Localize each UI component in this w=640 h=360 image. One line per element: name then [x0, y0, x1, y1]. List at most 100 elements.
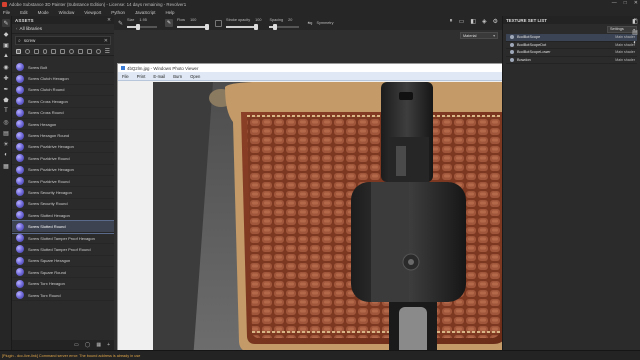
filter-smart-materials-icon[interactable]	[33, 48, 39, 54]
pause-icon[interactable]: ⏸	[450, 18, 453, 25]
asset-list-item[interactable]: Screw Slotted Round	[12, 220, 114, 234]
asset-list-item[interactable]: Screw Hexagon	[12, 119, 114, 131]
import-icon[interactable]: ◯	[85, 342, 91, 348]
new-folder-icon[interactable]: ▭	[74, 342, 79, 348]
layers-icon[interactable]: ◧	[632, 18, 638, 25]
library-icon[interactable]: ▤	[2, 129, 10, 137]
pv-menu-burn[interactable]: Burn	[173, 74, 182, 79]
geometry-fill-icon[interactable]: ▲	[2, 52, 10, 60]
filter-textures-icon[interactable]	[51, 48, 57, 54]
text-tool-icon[interactable]: T	[2, 107, 10, 115]
pv-menu-email[interactable]: E-mail	[153, 74, 165, 79]
lazy-mouse-icon[interactable]	[215, 19, 223, 27]
pressure-toggle-icon[interactable]: ✎	[165, 19, 174, 27]
asset-list-item[interactable]: Screw Security Hexagon	[12, 187, 114, 199]
camera-icon[interactable]: ▭	[459, 18, 465, 25]
clear-search-icon[interactable]: ✕	[104, 38, 108, 44]
material-picker-icon[interactable]: ✒	[2, 85, 10, 93]
filter-brushes-icon[interactable]	[42, 48, 48, 54]
menu-window[interactable]: Window	[59, 10, 75, 15]
breadcrumb[interactable]: ‹ All libraries	[12, 24, 114, 34]
settings-icon[interactable]: ⚙	[493, 18, 498, 25]
asset-list-item[interactable]: Screw Bolt	[12, 62, 114, 74]
asset-list-item[interactable]: Screw Clutch Round	[12, 85, 114, 97]
spacing-slider[interactable]	[269, 24, 300, 30]
asset-list-item[interactable]: Screw Torx Round	[12, 290, 114, 302]
menu-file[interactable]: File	[3, 10, 10, 15]
size-value[interactable]: 1.95	[139, 18, 146, 22]
filter-all-icon[interactable]	[16, 48, 21, 54]
menu-help[interactable]: Help	[165, 10, 174, 15]
asset-list-item[interactable]: Screw Pozidrive Round	[12, 176, 114, 188]
filter-procedurals-icon[interactable]	[69, 48, 75, 54]
bake-icon[interactable]: ◎	[2, 118, 10, 126]
log-icon[interactable]: ▦	[2, 162, 10, 170]
asset-list-item[interactable]: Screw Pozidrive Hexagon	[12, 165, 114, 176]
visibility-icon[interactable]	[510, 35, 514, 40]
properties-icon[interactable]: ▤	[632, 29, 638, 36]
asset-list-item[interactable]: Screw Security Round	[12, 199, 114, 211]
maximize-button[interactable]: □	[624, 0, 627, 6]
filter-environments-icon[interactable]	[95, 48, 101, 54]
asset-list-item[interactable]: Screw Clutch Hexagon	[12, 73, 114, 85]
visibility-icon[interactable]	[510, 42, 514, 47]
asset-list-item[interactable]: Screw Torx Hexagon	[12, 278, 114, 290]
close-panel-icon[interactable]: ✕	[107, 17, 111, 23]
search-bar[interactable]: ⌕ screw ✕	[15, 36, 111, 45]
asset-list-item[interactable]: Screw Pozidrive Hexagon	[12, 142, 114, 154]
texture-set-row[interactable]: Bowdon Main shader	[506, 57, 637, 64]
spacing-value[interactable]: 20	[288, 18, 292, 22]
eraser-icon[interactable]: ◆	[2, 30, 10, 38]
filter-filters-icon[interactable]	[86, 48, 92, 54]
flow-slider[interactable]	[177, 24, 210, 30]
texture-set-row[interactable]: BodBotScope Main shader	[506, 34, 637, 42]
clone-icon[interactable]: ✚	[2, 74, 10, 82]
shader-dropdown[interactable]: Main shader	[615, 58, 635, 62]
asset-list-item[interactable]: Screw Slotted Tamper Proof Hexagon	[12, 233, 114, 245]
add-icon[interactable]: +	[107, 342, 110, 348]
asset-list-item[interactable]: Screw Cross Hexagon	[12, 96, 114, 108]
stroke-opacity-slider[interactable]	[226, 24, 259, 30]
menu-viewport[interactable]: Viewport	[84, 10, 101, 15]
close-button[interactable]: ✕	[634, 0, 638, 6]
symmetry-icon[interactable]: ⇋	[307, 20, 312, 27]
menu-edit[interactable]: Edit	[20, 10, 28, 15]
menu-python[interactable]: Python	[111, 10, 125, 15]
minimize-button[interactable]: —	[612, 0, 617, 6]
stroke-opacity-value[interactable]: 100	[255, 18, 261, 22]
display-icon[interactable]: ◐	[633, 40, 637, 46]
list-view-icon[interactable]: ☰	[105, 48, 110, 55]
shader-settings-icon[interactable]: ◐	[2, 151, 10, 159]
menu-mode[interactable]: Mode	[38, 10, 49, 15]
asset-list-item[interactable]: Screw Cross Round	[12, 108, 114, 119]
display-settings-icon[interactable]: ☀	[2, 140, 10, 148]
filter-generators-icon[interactable]	[78, 48, 83, 54]
filter-materials-icon[interactable]	[24, 48, 30, 54]
visibility-icon[interactable]	[510, 57, 514, 62]
paint-brush-icon[interactable]: ✎	[2, 19, 10, 27]
grid-view-icon[interactable]: ▦	[96, 342, 101, 348]
asset-list-item[interactable]: Screw Hexagon Round	[12, 130, 114, 142]
menu-javascript[interactable]: JavaScript	[135, 10, 156, 15]
filter-alphas-icon[interactable]	[60, 48, 66, 54]
asset-list-item[interactable]: Screw Slotted Hexagon	[12, 210, 114, 222]
chevron-left-icon[interactable]: ‹	[16, 26, 18, 31]
texture-set-row[interactable]: BodBotScopeDot Main shader	[506, 42, 637, 49]
pv-menu-file[interactable]: File	[122, 74, 129, 79]
asset-list-item[interactable]: Screw Slotted Tamper Proof Round	[12, 244, 114, 256]
asset-list-item[interactable]: Screw Pozidrive Round	[12, 153, 114, 165]
texture-set-row[interactable]: BodBotScopeLower Main shader	[506, 49, 637, 57]
pv-menu-open[interactable]: Open	[190, 74, 200, 79]
projection-icon[interactable]: ▣	[2, 41, 10, 49]
polygon-fill-icon[interactable]: ⬟	[2, 96, 10, 104]
smudge-icon[interactable]: ◉	[2, 63, 10, 71]
visibility-icon[interactable]	[510, 50, 514, 55]
search-input[interactable]: screw	[24, 38, 104, 43]
viewport-mode-dropdown[interactable]: Material ▾	[460, 32, 498, 39]
asset-list-item[interactable]: Screw Square Hexagon	[12, 256, 114, 268]
asset-list-item[interactable]: Screw Square Round	[12, 267, 114, 279]
render-icon[interactable]: ◈	[482, 18, 487, 25]
flow-value[interactable]: 100	[190, 18, 196, 22]
pv-menu-print[interactable]: Print	[137, 74, 146, 79]
size-slider[interactable]	[127, 24, 158, 30]
